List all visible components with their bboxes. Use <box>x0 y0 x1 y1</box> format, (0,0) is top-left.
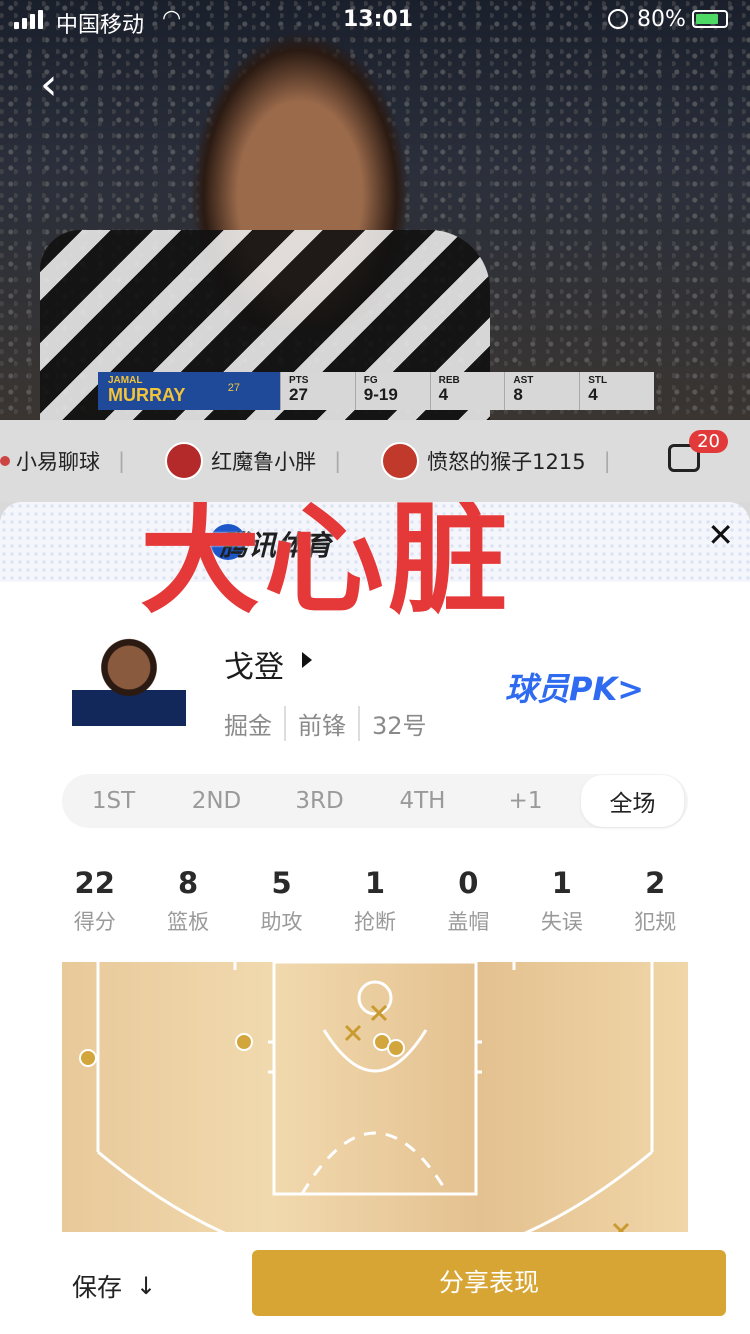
anchor-label: 小易聊球 <box>16 450 100 474</box>
stat-row: 22 得分 8 篮板 5 助攻 1 抢断 0 盖帽 1 失误 2 犯规 <box>48 866 702 936</box>
free-throw-circle <box>300 1131 450 1195</box>
overlay-text: 大心脏 <box>140 502 512 630</box>
anchor-label: 红魔鲁小胖 <box>211 450 317 474</box>
stat-value: 8 <box>178 866 199 900</box>
scoreboard-player: JAMAL MURRAY 27 <box>98 372 280 410</box>
avatar <box>381 442 420 480</box>
paint-lane <box>272 962 478 1196</box>
avatar <box>165 442 204 480</box>
stat-label: 助攻 <box>260 910 303 934</box>
period-tabs: 1ST 2ND 3RD 4TH +1 全场 <box>62 774 688 828</box>
player-team: 掘金 <box>224 712 272 740</box>
shot-chart-court <box>62 962 688 1262</box>
scoreboard-stat: STL 4 <box>579 372 654 410</box>
scoreboard-stat-value: 27 <box>289 385 308 404</box>
stat-label: 抢断 <box>353 910 396 934</box>
restricted-arc <box>322 1029 428 1073</box>
scoreboard-number: 27 <box>227 382 240 394</box>
action-footer: 保存 ↓ 分享表现 <box>0 1232 750 1334</box>
player-name[interactable]: 戈登 <box>224 642 284 686</box>
alarm-icon <box>608 9 628 29</box>
avatar <box>0 456 10 466</box>
tab-2nd[interactable]: 2ND <box>165 788 268 814</box>
anchor-label: 愤怒的猴子1215 <box>427 450 586 474</box>
stat-value: 22 <box>74 866 115 900</box>
shot-made <box>235 1033 253 1051</box>
video-player[interactable]: ‹ JAMAL MURRAY 27 PTS 27 FG 9-19 REB 4 A… <box>0 0 750 420</box>
tab-full-game[interactable]: 全场 <box>581 775 684 827</box>
player-jersey: 32号 <box>358 706 427 741</box>
page: ‹ JAMAL MURRAY 27 PTS 27 FG 9-19 REB 4 A… <box>0 0 750 1334</box>
stat-item: 8 篮板 <box>141 866 234 936</box>
scoreboard-stat-value: 4 <box>438 385 449 404</box>
stat-label: 篮板 <box>167 910 210 934</box>
player-avatar <box>72 636 186 726</box>
scoreboard-stat: PTS 27 <box>280 372 355 410</box>
stat-item: 5 助攻 <box>235 866 328 936</box>
shot-made <box>387 1039 405 1057</box>
player-info: 掘金 前锋 32号 <box>224 706 427 741</box>
anchor-strip: 小易聊球 | 红魔鲁小胖 | 愤怒的猴子1215 | 20 <box>0 420 750 502</box>
separator: | <box>334 449 342 473</box>
share-button[interactable]: 分享表现 <box>252 1250 726 1316</box>
stat-item: 0 盖帽 <box>422 866 515 936</box>
scoreboard-stat: AST 8 <box>504 372 579 410</box>
stat-value: 1 <box>551 866 572 900</box>
download-icon: ↓ <box>136 1272 157 1300</box>
scoreboard-last-name: MURRAY <box>108 385 186 405</box>
scoreboard-stat-value: 8 <box>513 385 523 404</box>
tv-badge: 20 <box>689 430 728 453</box>
player-position: 前锋 <box>284 706 346 741</box>
separator: | <box>603 449 611 473</box>
stat-label: 盖帽 <box>447 910 490 934</box>
save-button[interactable]: 保存 ↓ <box>72 1268 156 1304</box>
stat-label: 犯规 <box>634 910 677 934</box>
stat-label: 失误 <box>540 910 583 934</box>
stat-item: 2 犯规 <box>609 866 702 936</box>
tab-overtime[interactable]: +1 <box>474 788 577 814</box>
anchor-item[interactable]: 愤怒的猴子1215 | <box>381 442 611 480</box>
signal-icon <box>14 10 43 29</box>
stat-item: 1 失误 <box>515 866 608 936</box>
battery-percent: 80% <box>637 7 686 32</box>
stat-value: 0 <box>458 866 479 900</box>
wifi-icon: ◠ <box>162 6 182 31</box>
stat-value: 1 <box>364 866 386 900</box>
stat-value: 5 <box>271 866 292 900</box>
player-sheet: 腾讯体育 ✕ 戈登 掘金 前锋 32号 球员PK> 1ST 2ND 3RD 4T… <box>0 502 750 1334</box>
anchor-item[interactable]: 小易聊球 | <box>0 446 125 476</box>
player-pk-button[interactable]: 球员PK> <box>505 664 644 710</box>
carrier-label: 中国移动 <box>56 13 145 38</box>
stat-item: 22 得分 <box>48 866 141 936</box>
scoreboard-stat: REB 4 <box>429 372 505 410</box>
player-card: 戈登 掘金 前锋 32号 球员PK> 1ST 2ND 3RD 4TH +1 全场… <box>0 582 750 1334</box>
scoreboard-stat-value: 9-19 <box>363 385 398 404</box>
scoreboard-stat: FG 9-19 <box>354 372 430 410</box>
stat-item: 1 抢断 <box>328 866 421 936</box>
close-icon[interactable]: ✕ <box>707 516 734 554</box>
anchor-item[interactable]: 红魔鲁小胖 | <box>165 442 341 480</box>
scoreboard-stat-value: 4 <box>588 385 598 404</box>
tab-1st[interactable]: 1ST <box>62 788 165 814</box>
back-icon[interactable]: ‹ <box>40 60 80 110</box>
video-scoreboard: JAMAL MURRAY 27 PTS 27 FG 9-19 REB 4 AST… <box>98 372 654 410</box>
shot-missed <box>344 1024 362 1042</box>
status-bar: 中国移动 ◠ 13:01 80% <box>0 0 750 40</box>
court-lines <box>79 962 654 1262</box>
shot-made <box>79 1049 97 1067</box>
battery-icon <box>692 10 728 28</box>
caret-right-icon[interactable] <box>302 652 312 668</box>
clock-time: 13:01 <box>343 7 414 32</box>
stat-value: 2 <box>645 866 666 900</box>
save-label: 保存 <box>72 1273 123 1302</box>
stat-label: 得分 <box>73 910 116 934</box>
tab-3rd[interactable]: 3RD <box>268 788 371 814</box>
tab-4th[interactable]: 4TH <box>371 788 474 814</box>
separator: | <box>118 449 126 473</box>
